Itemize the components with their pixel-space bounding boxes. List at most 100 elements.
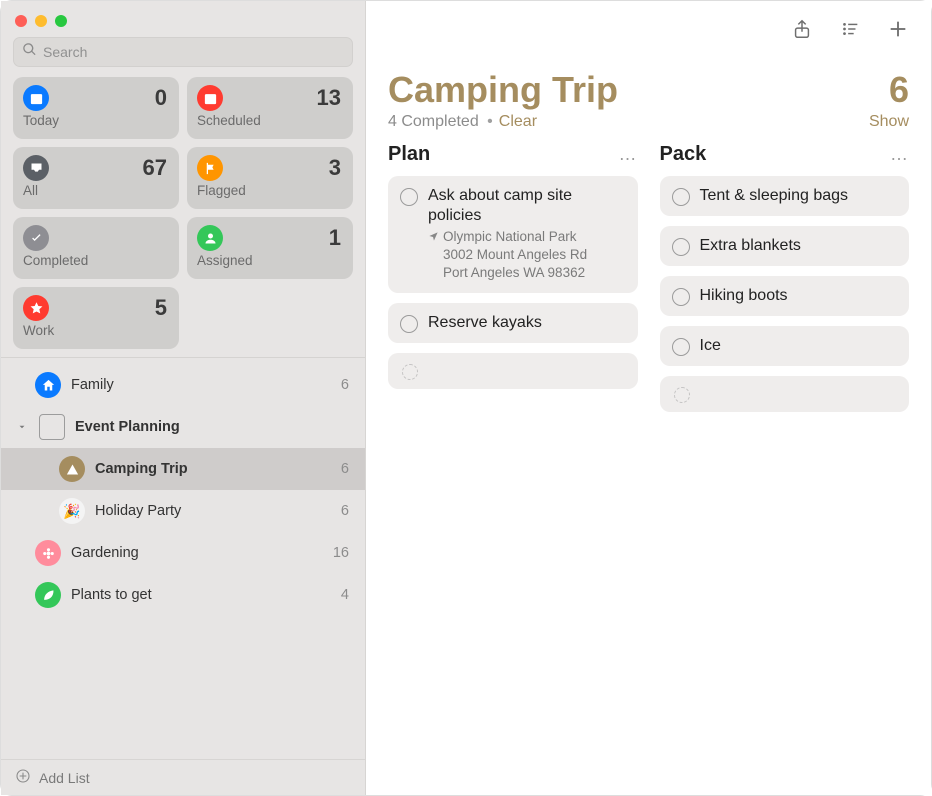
- person-icon: [197, 225, 223, 251]
- completed-summary: 4 Completed Clear: [388, 113, 537, 131]
- column-title: Plan: [388, 143, 430, 166]
- reminder-title: Extra blankets: [700, 236, 896, 256]
- tile-count: 67: [143, 155, 167, 181]
- add-list-label: Add List: [39, 770, 90, 786]
- sidebar-item-label: Camping Trip: [95, 461, 331, 477]
- placeholder-circle-icon: [674, 387, 690, 403]
- checkbox[interactable]: [672, 238, 690, 256]
- tile-scheduled[interactable]: 13 Scheduled: [187, 77, 353, 139]
- show-completed-button[interactable]: Show: [869, 113, 909, 131]
- reminder-title: Hiking boots: [700, 286, 896, 306]
- sidebar-my-lists: Family 6 Event Planning Camping Trip 6 🎉…: [1, 357, 365, 759]
- reminder-card[interactable]: Tent & sleeping bags: [660, 176, 910, 216]
- columns-container: Plan … Ask about camp site policies Olym…: [366, 143, 931, 412]
- add-reminder-placeholder[interactable]: [388, 353, 638, 389]
- column-more-button[interactable]: …: [890, 144, 909, 165]
- sidebar-item-count: 16: [333, 545, 349, 561]
- column-title: Pack: [660, 143, 707, 166]
- location-line: Port Angeles WA 98362: [443, 264, 587, 282]
- tray-icon: [23, 155, 49, 181]
- tile-work[interactable]: 5 Work: [13, 287, 179, 349]
- sidebar-item-label: Gardening: [71, 545, 323, 561]
- window-controls: [1, 1, 365, 37]
- flag-icon: [197, 155, 223, 181]
- sidebar-item-camping-trip[interactable]: Camping Trip 6: [1, 448, 365, 490]
- sidebar: 0 Today 13 Scheduled 67 All: [1, 1, 366, 795]
- tile-today[interactable]: 0 Today: [13, 77, 179, 139]
- tile-count: 3: [329, 155, 341, 181]
- reminder-title: Reserve kayaks: [428, 313, 624, 333]
- sidebar-item-label: Holiday Party: [95, 503, 331, 519]
- clear-completed-button[interactable]: Clear: [499, 113, 537, 130]
- sidebar-item-label: Family: [71, 377, 331, 393]
- checkbox[interactable]: [672, 338, 690, 356]
- tile-flagged[interactable]: 3 Flagged: [187, 147, 353, 209]
- sidebar-item-count: 6: [341, 503, 349, 519]
- tile-label: Assigned: [197, 253, 341, 268]
- chevron-down-icon: [15, 422, 29, 432]
- sidebar-item-holiday-party[interactable]: 🎉 Holiday Party 6: [1, 490, 365, 532]
- search-icon: [22, 42, 37, 62]
- column-plan: Plan … Ask about camp site policies Olym…: [388, 143, 638, 412]
- column-more-button[interactable]: …: [619, 144, 638, 165]
- completed-count-text: 4 Completed: [388, 113, 479, 130]
- add-reminder-placeholder[interactable]: [660, 376, 910, 412]
- reminder-title: Ice: [700, 336, 896, 356]
- checkbox[interactable]: [400, 315, 418, 333]
- reminder-title: Tent & sleeping bags: [700, 186, 896, 206]
- reminder-card[interactable]: Extra blankets: [660, 226, 910, 266]
- tile-count: 1: [329, 225, 341, 251]
- reminder-location: Olympic National Park 3002 Mount Angeles…: [428, 228, 624, 283]
- location-line: 3002 Mount Angeles Rd: [443, 246, 587, 264]
- sidebar-item-label: Plants to get: [71, 587, 331, 603]
- leaf-icon: [35, 582, 61, 608]
- location-line: Olympic National Park: [443, 228, 587, 246]
- sidebar-item-count: 6: [341, 461, 349, 477]
- tile-label: Completed: [23, 253, 167, 268]
- reminder-card[interactable]: Hiking boots: [660, 276, 910, 316]
- checkbox[interactable]: [672, 288, 690, 306]
- reminder-card[interactable]: Ask about camp site policies Olympic Nat…: [388, 176, 638, 293]
- add-list-button[interactable]: Add List: [1, 759, 365, 795]
- checkbox[interactable]: [400, 188, 418, 206]
- plus-circle-icon: [15, 768, 31, 787]
- checkbox[interactable]: [672, 188, 690, 206]
- reminder-card[interactable]: Ice: [660, 326, 910, 366]
- main-content: Camping Trip 6 4 Completed Clear Show Pl…: [366, 1, 931, 795]
- toolbar: [366, 1, 931, 51]
- sidebar-item-count: 4: [341, 587, 349, 603]
- tile-completed[interactable]: Completed: [13, 217, 179, 279]
- reminder-card[interactable]: Reserve kayaks: [388, 303, 638, 343]
- star-icon: [23, 295, 49, 321]
- calendar-today-icon: [23, 85, 49, 111]
- close-window-button[interactable]: [15, 15, 27, 27]
- sidebar-group-event-planning[interactable]: Event Planning: [1, 406, 365, 448]
- tile-label: Today: [23, 113, 167, 128]
- tile-label: Work: [23, 323, 167, 338]
- search-field[interactable]: [13, 37, 353, 67]
- checkmark-icon: [23, 225, 49, 251]
- calendar-icon: [197, 85, 223, 111]
- minimize-window-button[interactable]: [35, 15, 47, 27]
- tile-count: 5: [155, 295, 167, 321]
- tile-label: Flagged: [197, 183, 341, 198]
- flower-icon: [35, 540, 61, 566]
- view-options-button[interactable]: [839, 18, 861, 45]
- tile-label: Scheduled: [197, 113, 341, 128]
- sidebar-item-plants[interactable]: Plants to get 4: [1, 574, 365, 616]
- maximize-window-button[interactable]: [55, 15, 67, 27]
- search-input[interactable]: [43, 44, 344, 60]
- tile-count: 13: [317, 85, 341, 111]
- sidebar-item-family[interactable]: Family 6: [1, 364, 365, 406]
- new-reminder-button[interactable]: [887, 18, 909, 45]
- smart-lists-grid: 0 Today 13 Scheduled 67 All: [1, 77, 365, 357]
- house-icon: [35, 372, 61, 398]
- tile-count: 0: [155, 85, 167, 111]
- list-item-count: 6: [889, 69, 909, 111]
- tile-label: All: [23, 183, 167, 198]
- reminder-title: Ask about camp site policies: [428, 186, 624, 226]
- tile-assigned[interactable]: 1 Assigned: [187, 217, 353, 279]
- share-button[interactable]: [791, 18, 813, 45]
- tile-all[interactable]: 67 All: [13, 147, 179, 209]
- sidebar-item-gardening[interactable]: Gardening 16: [1, 532, 365, 574]
